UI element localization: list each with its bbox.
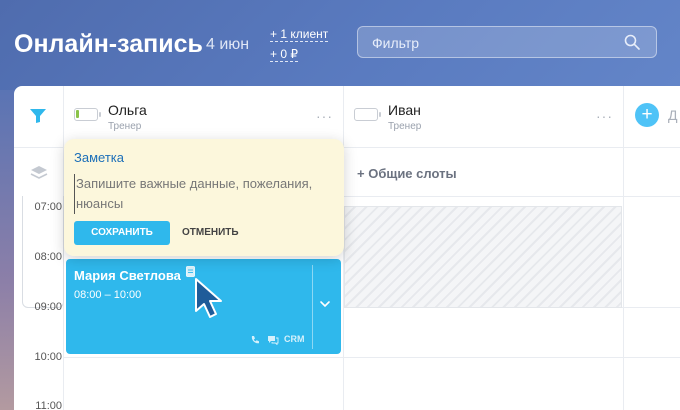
filter-placeholder: Фильтр — [372, 35, 420, 51]
time-label: 08:00 — [34, 251, 62, 263]
cancel-button[interactable]: ОТМЕНИТЬ — [182, 221, 239, 245]
save-button[interactable]: СОХРАНИТЬ — [74, 221, 170, 245]
side-background — [0, 90, 14, 410]
staff-name: Ольга — [108, 102, 147, 118]
appointment-time: 08:00 – 10:00 — [74, 289, 142, 301]
battery-icon — [74, 108, 101, 121]
add-column-label: Д — [668, 107, 678, 123]
staff-role: Тренер — [108, 121, 142, 132]
staff-name: Иван — [388, 102, 421, 118]
note-textarea[interactable]: Запишите важные данные, пожелания, нюанс… — [74, 174, 314, 214]
filter-input[interactable]: Фильтр — [357, 26, 657, 58]
battery-icon — [354, 108, 381, 121]
page-title: Онлайн-запись — [14, 30, 203, 58]
client-name: Мария Светлова — [74, 268, 181, 283]
time-label: 09:00 — [34, 301, 62, 313]
staff-role: Тренер — [388, 121, 422, 132]
funnel-icon[interactable] — [29, 108, 47, 124]
time-label: 11:00 — [35, 400, 62, 410]
note-icon[interactable] — [186, 266, 195, 277]
note-title: Заметка — [74, 150, 124, 165]
row-divider — [64, 357, 680, 358]
chevron-down-icon[interactable] — [319, 300, 331, 308]
layers-icon[interactable] — [30, 165, 48, 181]
time-label: 10:00 — [34, 351, 62, 363]
current-date[interactable]: 4 июн — [206, 36, 249, 54]
more-options-icon[interactable]: ··· — [316, 108, 333, 124]
search-icon[interactable] — [624, 34, 640, 50]
header: Онлайн-запись 4 июн + 1 клиент + 0 ₽ Фил… — [0, 0, 680, 86]
column-divider — [623, 86, 624, 410]
chat-icon[interactable] — [267, 335, 279, 346]
phone-icon[interactable] — [250, 335, 260, 345]
common-slots-button[interactable]: + Общие слоты — [357, 166, 457, 181]
unavailable-slot — [344, 206, 622, 308]
crm-label[interactable]: CRM — [284, 334, 305, 344]
time-label: 07:00 — [34, 201, 62, 213]
revenue-stat[interactable]: + 0 ₽ — [270, 47, 298, 62]
more-options-icon[interactable]: ··· — [596, 108, 613, 124]
appointment-actions: CRM — [250, 334, 305, 346]
note-popover: Заметка Запишите важные данные, пожелани… — [64, 139, 344, 256]
mouse-cursor-icon — [195, 278, 222, 318]
clients-stat[interactable]: + 1 клиент — [270, 27, 329, 42]
add-column-button[interactable]: + — [635, 103, 659, 127]
card-divider — [312, 265, 313, 349]
day-stats: + 1 клиент + 0 ₽ — [270, 24, 329, 64]
